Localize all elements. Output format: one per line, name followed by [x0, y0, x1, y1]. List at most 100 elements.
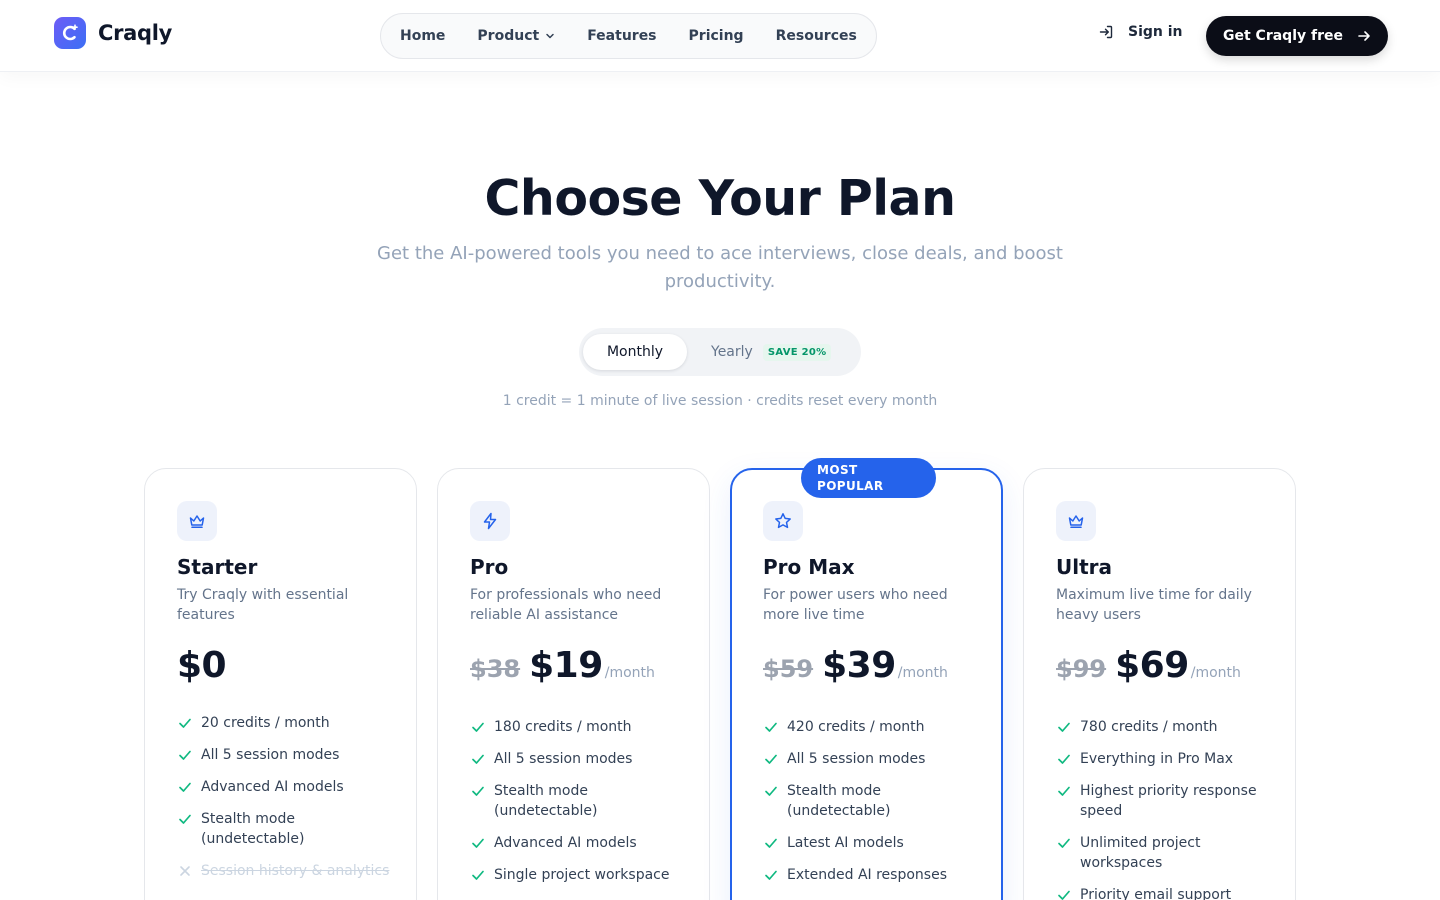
check-icon	[765, 870, 777, 880]
feature-text: Single project workspace	[494, 867, 670, 883]
plan-old-price: $99	[1056, 655, 1107, 683]
check-icon	[765, 838, 777, 848]
feature-item: 780 credits / month	[1056, 717, 1276, 737]
sign-in-icon	[1099, 25, 1113, 39]
feature-item: All 5 session modes	[470, 749, 690, 769]
nav-pricing[interactable]: Pricing	[673, 13, 760, 59]
nav-resources[interactable]: Resources	[760, 13, 873, 59]
plan-period: /month	[1190, 665, 1241, 681]
plan-card-pro-max: MOST POPULAR Pro Max For power users who…	[730, 458, 1003, 900]
feature-item: All 5 session modes	[177, 745, 397, 765]
chevron-down-icon	[546, 33, 554, 39]
cta-label: Get Craqly free	[1223, 28, 1343, 44]
sign-in-link[interactable]: Sign in	[1098, 24, 1183, 40]
nav-features-label: Features	[587, 28, 657, 44]
crown-icon	[177, 501, 217, 541]
most-popular-badge: MOST POPULAR	[801, 458, 936, 498]
plan-description: Try Craqly with essential features	[177, 587, 349, 623]
feature-text: Everything in Pro Max	[1080, 751, 1234, 767]
plan-period: /month	[897, 665, 948, 681]
nav-product-label: Product	[477, 28, 540, 44]
plan-card-starter: Starter Try Craqly with essential featur…	[144, 468, 417, 900]
page-title: Choose Your Plan	[484, 170, 956, 227]
feature-item: 420 credits / month	[763, 717, 983, 737]
plan-description: Maximum live time for daily heavy users	[1056, 587, 1252, 623]
plan-price: $19	[529, 645, 603, 686]
price-row: $0	[177, 645, 227, 686]
feature-text: 780 credits / month	[1080, 719, 1218, 735]
feature-item: 20 credits / month	[177, 713, 397, 733]
logo[interactable]: Craqly	[54, 17, 172, 49]
site-header: Craqly Home Product Features Pricing Res…	[0, 0, 1440, 72]
feature-item: Latest AI models	[763, 833, 983, 853]
crown-icon	[1056, 501, 1096, 541]
feature-item: Highest priority response speed	[1056, 781, 1276, 821]
check-icon	[1058, 786, 1070, 796]
feature-text: 420 credits / month	[787, 719, 925, 735]
feature-list: 180 credits / month All 5 session modes …	[470, 717, 690, 897]
feature-text: 180 credits / month	[494, 719, 632, 735]
plan-description: For professionals who need reliable AI a…	[470, 587, 662, 623]
feature-item: 180 credits / month	[470, 717, 690, 737]
feature-list: 420 credits / month All 5 session modes …	[763, 717, 983, 897]
feature-list: 780 credits / month Everything in Pro Ma…	[1056, 717, 1276, 900]
plan-old-price: $38	[470, 655, 521, 683]
monthly-label: Monthly	[606, 344, 664, 360]
plan-name: Starter	[177, 555, 258, 579]
plan-old-price: $59	[763, 655, 814, 683]
yearly-label: Yearly	[711, 344, 753, 360]
price-row: $38 $19 /month	[470, 645, 655, 686]
get-craqly-free-button[interactable]: Get Craqly free	[1206, 16, 1388, 56]
check-icon	[765, 754, 777, 764]
plan-name: Pro Max	[763, 555, 855, 579]
feature-text: Highest priority response speed	[1080, 783, 1257, 819]
feature-item: Everything in Pro Max	[1056, 749, 1276, 769]
check-icon	[472, 786, 484, 796]
feature-item: All 5 session modes	[763, 749, 983, 769]
nav-resources-label: Resources	[775, 28, 857, 44]
check-icon	[1058, 722, 1070, 732]
check-icon	[765, 786, 777, 796]
feature-item: Extended AI responses	[763, 865, 983, 885]
feature-item-excluded: Session history & analytics	[177, 861, 397, 881]
plan-name: Ultra	[1056, 555, 1113, 579]
check-icon	[472, 870, 484, 880]
feature-text: Session history & analytics	[201, 863, 390, 879]
arrow-right-icon	[1358, 31, 1370, 41]
plan-description: For power users who need more live time	[763, 587, 948, 623]
feature-text: Priority email support	[1080, 887, 1232, 900]
main-nav: Home Product Features Pricing Resources	[380, 13, 877, 59]
feature-text: Latest AI models	[787, 835, 904, 851]
nav-home-label: Home	[400, 28, 446, 44]
feature-text: Stealth mode (undetectable)	[201, 811, 305, 847]
check-icon	[472, 754, 484, 764]
feature-item: Priority email support	[1056, 885, 1276, 900]
feature-list: 20 credits / month All 5 session modes A…	[177, 713, 397, 893]
feature-item: Stealth mode (undetectable)	[470, 781, 690, 821]
feature-text: Unlimited project workspaces	[1080, 835, 1201, 871]
plan-price: $69	[1115, 645, 1189, 686]
feature-text: Stealth mode (undetectable)	[494, 783, 598, 819]
check-icon	[765, 722, 777, 732]
brand-name: Craqly	[98, 21, 173, 45]
nav-features[interactable]: Features	[571, 13, 672, 59]
feature-text: All 5 session modes	[201, 747, 340, 763]
sign-in-label: Sign in	[1128, 24, 1183, 40]
nav-home[interactable]: Home	[384, 13, 461, 59]
feature-text: Advanced AI models	[201, 779, 344, 795]
feature-item: Advanced AI models	[177, 777, 397, 797]
feature-text: All 5 session modes	[494, 751, 633, 767]
nav-pricing-label: Pricing	[688, 28, 744, 44]
craqly-logo-icon	[54, 17, 86, 49]
feature-item: Single project workspace	[470, 865, 690, 885]
lightning-icon	[470, 501, 510, 541]
plan-price: $0	[177, 645, 227, 686]
feature-text: All 5 session modes	[787, 751, 926, 767]
plan-card-ultra: Ultra Maximum live time for daily heavy …	[1023, 468, 1296, 900]
feature-item: Unlimited project workspaces	[1056, 833, 1276, 873]
feature-text: Extended AI responses	[787, 867, 947, 883]
feature-item: Stealth mode (undetectable)	[177, 809, 397, 849]
billing-monthly-option[interactable]: Monthly	[583, 334, 687, 370]
nav-product[interactable]: Product	[461, 13, 571, 59]
billing-yearly-option[interactable]: Yearly SAVE 20%	[711, 334, 832, 370]
